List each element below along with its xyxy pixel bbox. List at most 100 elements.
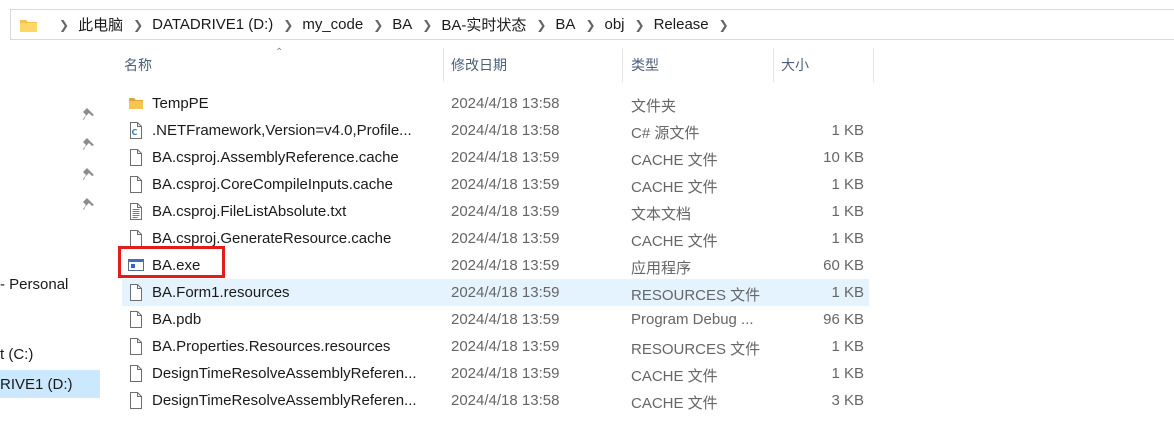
file-size: 1 KB (831, 122, 864, 139)
breadcrumb-item[interactable]: BA (555, 16, 575, 33)
file-row[interactable]: DesignTimeResolveAssemblyReferen... 2024/… (122, 387, 869, 414)
column-divider[interactable] (773, 48, 774, 82)
file-type: Program Debug ... (631, 311, 754, 328)
breadcrumb-item[interactable]: BA-实时状态 (441, 14, 526, 35)
chevron-right-icon[interactable]: ❯ (719, 18, 729, 32)
file-icon (128, 392, 144, 409)
file-list[interactable]: ⌃ 名称 修改日期 类型 大小 TempPE 2024/4/18 13:58 文件夹… (102, 47, 1174, 430)
file-date: 2024/4/18 13:59 (451, 203, 560, 220)
column-divider[interactable] (622, 48, 623, 82)
breadcrumb-item[interactable]: Release (654, 16, 709, 33)
file-date: 2024/4/18 13:59 (451, 311, 560, 328)
file-date: 2024/4/18 13:58 (451, 122, 560, 139)
file-row[interactable]: BA.Form1.resources 2024/4/18 13:59 RESOURC… (122, 279, 869, 306)
file-icon (128, 284, 144, 301)
file-row[interactable]: BA.exe 2024/4/18 13:59 应用程序 60 KB (122, 252, 869, 279)
file-size: 96 KB (823, 311, 864, 328)
file-date: 2024/4/18 13:58 (451, 392, 560, 409)
address-bar[interactable]: ❯ 此电脑 ❯ DATADRIVE1 (D:) ❯ my_code ❯ BA ❯… (0, 0, 1174, 48)
breadcrumb[interactable]: ❯ 此电脑 ❯ DATADRIVE1 (D:) ❯ my_code ❯ BA ❯… (10, 9, 1174, 40)
column-divider[interactable] (873, 48, 874, 82)
pin-icon[interactable] (81, 167, 95, 181)
chevron-right-icon[interactable]: ❯ (283, 18, 293, 32)
file-row[interactable]: BA.csproj.CoreCompileInputs.cache 2024/4/… (122, 171, 869, 198)
chevron-right-icon[interactable]: ❯ (536, 18, 546, 32)
file-type: 文件夹 (631, 98, 677, 115)
text-file-icon (128, 203, 144, 220)
navigation-pane[interactable]: - Personal t (C:) RIVE1 (D:) (0, 48, 100, 430)
file-row[interactable]: TempPE 2024/4/18 13:58 文件夹 (122, 90, 869, 117)
pin-icon[interactable] (81, 197, 95, 211)
file-size: 1 KB (831, 338, 864, 355)
file-date: 2024/4/18 13:59 (451, 365, 560, 382)
file-icon (128, 230, 144, 247)
file-row[interactable]: BA.csproj.AssemblyReference.cache 2024/4/… (122, 144, 869, 171)
breadcrumb-item[interactable]: BA (392, 16, 412, 33)
file-name: BA.csproj.GenerateResource.cache (152, 230, 392, 247)
file-size: 1 KB (831, 176, 864, 193)
chevron-right-icon[interactable]: ❯ (585, 18, 595, 32)
column-header-bar: ⌃ 名称 修改日期 类型 大小 (102, 47, 874, 84)
column-header-date[interactable]: 修改日期 (451, 48, 507, 82)
file-type: CACHE 文件 (631, 395, 718, 412)
file-row[interactable]: BA.pdb 2024/4/18 13:59 Program Debug ... 96… (122, 306, 869, 333)
file-type: CACHE 文件 (631, 233, 718, 250)
file-date: 2024/4/18 13:58 (451, 95, 560, 112)
sort-ascending-icon: ⌃ (275, 47, 284, 58)
file-type: CACHE 文件 (631, 152, 718, 169)
pin-icon[interactable] (81, 107, 95, 121)
folder-icon (20, 19, 37, 32)
file-icon (128, 176, 144, 193)
breadcrumb-item[interactable]: 此电脑 (78, 14, 123, 35)
chevron-right-icon[interactable]: ❯ (59, 18, 69, 32)
file-row[interactable]: BA.csproj.FileListAbsolute.txt 2024/4/18 … (122, 198, 869, 225)
file-name: DesignTimeResolveAssemblyReferen... (152, 392, 417, 409)
breadcrumb-item[interactable]: obj (605, 16, 625, 33)
file-icon (128, 311, 144, 328)
column-divider[interactable] (443, 48, 444, 82)
file-type: CACHE 文件 (631, 368, 718, 385)
file-name: TempPE (152, 95, 209, 112)
pin-icon[interactable] (81, 137, 95, 151)
breadcrumb-item[interactable]: my_code (302, 16, 363, 33)
folder-icon (128, 95, 144, 112)
exe-icon (128, 257, 144, 274)
file-type: RESOURCES 文件 (631, 341, 761, 358)
file-row[interactable]: BA.Properties.Resources.resources 2024/4/… (122, 333, 869, 360)
column-header-type[interactable]: 类型 (631, 48, 659, 82)
file-date: 2024/4/18 13:59 (451, 149, 560, 166)
svg-text:C: C (132, 128, 138, 137)
breadcrumb-item[interactable]: DATADRIVE1 (D:) (152, 16, 273, 33)
file-row[interactable]: DesignTimeResolveAssemblyReferen... 2024/… (122, 360, 869, 387)
file-icon (128, 149, 144, 166)
chevron-right-icon[interactable]: ❯ (422, 18, 432, 32)
nav-item-onedrive-personal[interactable]: - Personal (0, 276, 68, 293)
column-header-size[interactable]: 大小 (781, 48, 809, 82)
file-name: BA.csproj.CoreCompileInputs.cache (152, 176, 393, 193)
file-size: 10 KB (823, 149, 864, 166)
file-icon (128, 338, 144, 355)
file-date: 2024/4/18 13:59 (451, 176, 560, 193)
file-date: 2024/4/18 13:59 (451, 284, 560, 301)
file-date: 2024/4/18 13:59 (451, 338, 560, 355)
csharp-file-icon: C (128, 122, 144, 139)
file-type: C# 源文件 (631, 125, 700, 142)
chevron-right-icon[interactable]: ❯ (373, 18, 383, 32)
file-name: BA.Form1.resources (152, 284, 290, 301)
file-type: CACHE 文件 (631, 179, 718, 196)
file-type: 文本文档 (631, 206, 692, 223)
file-row[interactable]: BA.csproj.GenerateResource.cache 2024/4/1… (122, 225, 869, 252)
file-size: 1 KB (831, 284, 864, 301)
chevron-right-icon[interactable]: ❯ (635, 18, 645, 32)
file-size: 1 KB (831, 230, 864, 247)
file-name: BA.exe (152, 257, 201, 274)
file-date: 2024/4/18 13:59 (451, 230, 560, 247)
chevron-right-icon[interactable]: ❯ (133, 18, 143, 32)
nav-item-drive-d[interactable]: RIVE1 (D:) (0, 376, 73, 393)
column-header-name[interactable]: 名称 (124, 48, 152, 82)
file-size: 1 KB (831, 365, 864, 382)
file-type: 应用程序 (631, 260, 692, 277)
file-row[interactable]: C .NETFramework,Version=v4.0,Profile... 20… (122, 117, 869, 144)
nav-item-drive-c[interactable]: t (C:) (0, 346, 33, 363)
file-date: 2024/4/18 13:59 (451, 257, 560, 274)
